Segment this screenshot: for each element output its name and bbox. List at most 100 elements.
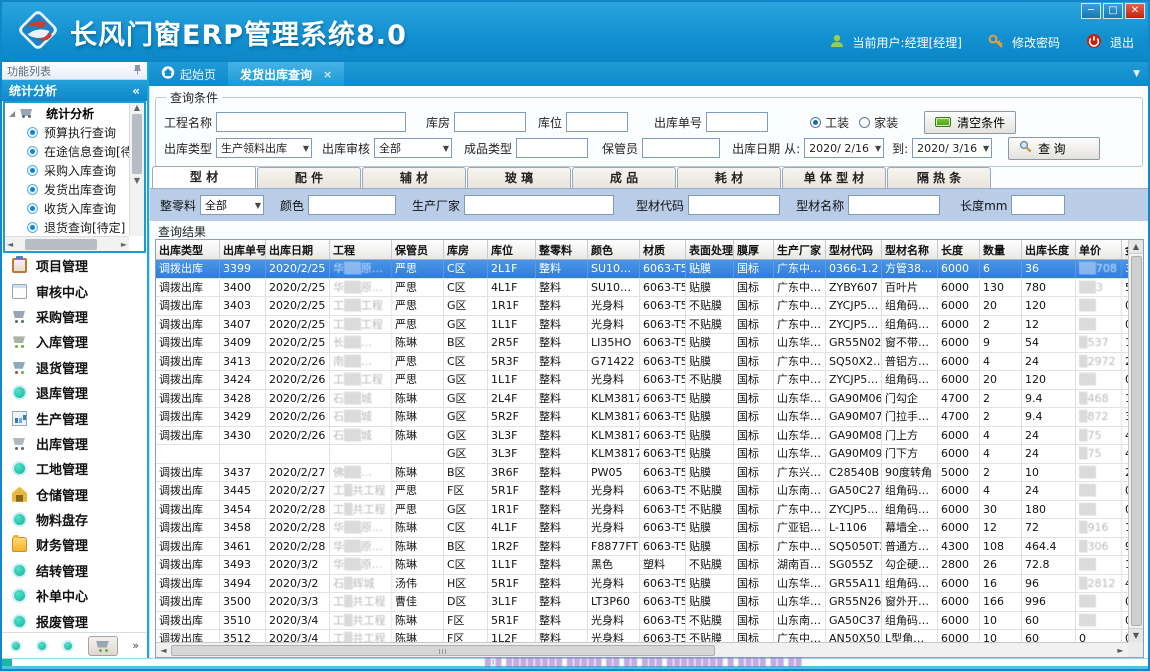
- material-tab[interactable]: 辅 材: [362, 167, 466, 188]
- scroll-thumb[interactable]: [1131, 256, 1142, 626]
- maximize-button[interactable]: □: [1103, 3, 1123, 19]
- sidebar-module-cart-out[interactable]: 出库管理: [2, 431, 147, 456]
- sidebar-module-circle-teal[interactable]: 补单中心: [2, 583, 147, 608]
- table-row[interactable]: 调拨出库33992020/2/25华▒▒原…严思C区2L1F整料SU10…606…: [156, 260, 1128, 279]
- table-row[interactable]: 调拨出库34302020/2/26石▒▒城陈琳G区3L3F整料KLM381760…: [156, 427, 1128, 446]
- table-row[interactable]: 调拨出库34132020/2/26南▒▒…严思C区5R3F整料G71422606…: [156, 353, 1128, 372]
- scroll-down-icon[interactable]: ▼: [1129, 628, 1143, 642]
- tab-close-icon[interactable]: ×: [323, 68, 332, 81]
- module-dot-icon[interactable]: [10, 640, 22, 652]
- column-header[interactable]: 型材名称: [882, 240, 938, 259]
- pin-icon[interactable]: [133, 64, 142, 78]
- sidebar-module-cart-green[interactable]: 入库管理: [2, 329, 147, 354]
- date-from-select[interactable]: 2020/ 2/16 ▼: [804, 138, 884, 158]
- table-row[interactable]: 调拨出库34612020/2/28华▒▒原…陈琳B区1R2F整料F8877FT6…: [156, 538, 1128, 557]
- order-no-input[interactable]: [706, 112, 768, 132]
- column-header[interactable]: 长度: [938, 240, 980, 259]
- table-row[interactable]: 调拨出库34932020/3/2华▒▒原…陈琳C区1L1F整料黑色塑料不贴膜国标…: [156, 556, 1128, 575]
- tree-vertical-scrollbar[interactable]: ▲ ▼: [129, 103, 144, 236]
- scroll-down-icon[interactable]: ▼: [134, 176, 140, 185]
- table-row[interactable]: 调拨出库34372020/2/27佛▒▒…陈琳B区3R6F整料PW056063-…: [156, 464, 1128, 483]
- table-row[interactable]: 调拨出库34452020/2/27工▒共工程严思F区5R1F整料光身料6063-…: [156, 482, 1128, 501]
- expander-icon[interactable]: ◢: [9, 109, 15, 118]
- close-button[interactable]: ✕: [1125, 3, 1145, 19]
- change-password-link[interactable]: 修改密码: [1012, 34, 1060, 51]
- minimize-button[interactable]: ─: [1081, 3, 1101, 19]
- table-row[interactable]: 调拨出库35102020/3/4工▒共工程陈琳F区5R1F整料光身料6063-T…: [156, 612, 1128, 631]
- collapse-icon[interactable]: «: [132, 84, 140, 98]
- radio-gongzhuang[interactable]: 工装: [810, 114, 849, 131]
- tree-horizontal-scrollbar[interactable]: ◄ ►: [5, 236, 129, 251]
- tab-home[interactable]: 起始页: [149, 62, 228, 86]
- table-row[interactable]: 调拨出库34582020/2/28华▒▒原…陈琳C区4L1F整料光身料6063-…: [156, 519, 1128, 538]
- tree-item[interactable]: 收货入库查询: [5, 199, 129, 218]
- tree-item[interactable]: 退货查询[待定]: [5, 218, 129, 236]
- sidebar-module-cart-gray[interactable]: 采购管理: [2, 304, 147, 329]
- sidebar-module-chart[interactable]: 生产管理: [2, 405, 147, 430]
- audit-select[interactable]: 全部 ▼: [374, 138, 452, 158]
- length-input[interactable]: [1011, 195, 1065, 215]
- column-header[interactable]: 膜厚: [734, 240, 774, 259]
- scroll-thumb[interactable]: [132, 114, 142, 174]
- sidebar-module-notepad[interactable]: 审核中心: [2, 278, 147, 303]
- factory-input[interactable]: [464, 195, 614, 215]
- column-header[interactable]: 表面处理: [686, 240, 734, 259]
- radio-jiazhuang[interactable]: 家装: [859, 114, 898, 131]
- material-tab[interactable]: 成 品: [572, 167, 676, 188]
- column-header[interactable]: 颜色: [588, 240, 640, 259]
- logout-link[interactable]: 退出: [1110, 34, 1134, 51]
- tree-item[interactable]: 发货出库查询: [5, 180, 129, 199]
- section-header-statistics[interactable]: 统计分析 «: [2, 80, 147, 101]
- sidebar-module-circle-teal[interactable]: 报废管理: [2, 608, 147, 632]
- out-type-select[interactable]: 生产领料出库 ▼: [216, 138, 312, 158]
- sidebar-module-circle-teal[interactable]: 工地管理: [2, 456, 147, 481]
- profile-code-input[interactable]: [688, 195, 780, 215]
- table-row[interactable]: G区3L3F整料KLM38176063-T5贴膜国标山东华…GA90M09.门下…: [156, 445, 1128, 464]
- tree-item[interactable]: 在途信息查询[待: [5, 142, 129, 161]
- product-type-input[interactable]: [516, 138, 588, 158]
- module-dot-icon[interactable]: [62, 640, 74, 652]
- profile-name-input[interactable]: [848, 195, 940, 215]
- material-tab[interactable]: 型 材: [152, 166, 256, 188]
- tree-item[interactable]: 采购入库查询: [5, 161, 129, 180]
- material-tab[interactable]: 玻 璃: [467, 167, 571, 188]
- column-header[interactable]: 出库日期: [266, 240, 330, 259]
- sidebar-module-folder[interactable]: 财务管理: [2, 532, 147, 557]
- location-input[interactable]: [566, 112, 628, 132]
- column-header[interactable]: 数量: [980, 240, 1022, 259]
- toolbar-overflow-button[interactable]: »: [132, 640, 139, 651]
- material-tab[interactable]: 耗 材: [677, 167, 781, 188]
- whole-part-select[interactable]: 全部 ▼: [200, 195, 264, 215]
- module-dot-icon[interactable]: [36, 640, 48, 652]
- column-header[interactable]: 生产厂家: [774, 240, 826, 259]
- table-row[interactable]: 调拨出库34282020/2/26石▒▒城陈琳G区2L4F整料KLM381760…: [156, 390, 1128, 409]
- sidebar-module-clipboard[interactable]: 项目管理: [2, 253, 147, 278]
- clear-conditions-button[interactable]: 清空条件: [924, 111, 1016, 134]
- material-tab[interactable]: 配 件: [257, 167, 361, 188]
- warehouse-input[interactable]: [454, 112, 526, 132]
- column-header[interactable]: 库位: [488, 240, 536, 259]
- date-to-select[interactable]: 2020/ 3/16 ▼: [912, 138, 992, 158]
- sidebar-module-cart-return[interactable]: 退货管理: [2, 355, 147, 380]
- table-row[interactable]: 调拨出库34292020/2/26石▒▒城陈琳G区5R2F整料KLM381760…: [156, 408, 1128, 427]
- scroll-right-icon[interactable]: ►: [1113, 646, 1128, 655]
- material-tab[interactable]: 隔 热 条: [887, 167, 991, 188]
- search-button[interactable]: 查 询: [1008, 137, 1100, 160]
- tree-root-statistics[interactable]: ◢ 统计分析: [5, 103, 129, 123]
- table-row[interactable]: 调拨出库34242020/2/26工▒▒工程严思G区1L1F整料光身料6063-…: [156, 371, 1128, 390]
- cart-module-button[interactable]: [88, 636, 118, 656]
- column-header[interactable]: 出库长度: [1022, 240, 1076, 259]
- tab-shipping-outbound-query[interactable]: 发货出库查询 ×: [228, 62, 344, 86]
- column-header[interactable]: 型材代码: [826, 240, 882, 259]
- column-header[interactable]: 出库类型: [156, 240, 220, 259]
- tab-overflow-icon[interactable]: ▼: [1133, 69, 1140, 79]
- scroll-thumb[interactable]: [171, 645, 715, 656]
- sidebar-module-circle-teal[interactable]: 退库管理: [2, 380, 147, 405]
- column-header[interactable]: 工程: [330, 240, 392, 259]
- material-tab[interactable]: 单 体 型 材: [782, 167, 886, 188]
- table-row[interactable]: 调拨出库35122020/3/4工▒共工程陈琳F区1L2F整料光身料6063-T…: [156, 630, 1128, 642]
- scroll-left-icon[interactable]: ◄: [7, 240, 13, 249]
- sidebar-module-circle-teal[interactable]: 物料盘存: [2, 507, 147, 532]
- column-header[interactable]: 整零料: [536, 240, 588, 259]
- scroll-left-icon[interactable]: ◄: [156, 646, 171, 655]
